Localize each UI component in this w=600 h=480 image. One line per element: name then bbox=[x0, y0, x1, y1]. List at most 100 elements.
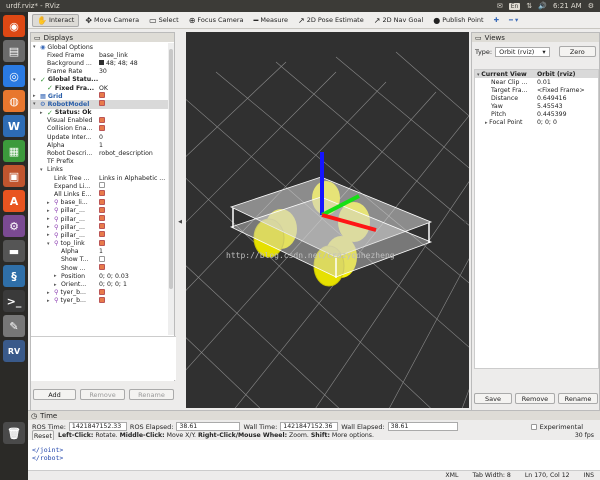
enable-checkbox[interactable] bbox=[99, 255, 105, 262]
software-center-icon[interactable]: A bbox=[3, 190, 25, 212]
expand-arrow-icon[interactable]: ▸ bbox=[54, 282, 59, 288]
expand-arrow-icon[interactable]: ▸ bbox=[47, 232, 52, 238]
tree-row[interactable]: Expand Li... bbox=[31, 182, 169, 190]
tree-row[interactable]: ▾ ✓ Global Statu... bbox=[31, 76, 169, 84]
rename-button[interactable]: Rename bbox=[129, 389, 174, 400]
files-icon[interactable]: ▤ bbox=[3, 40, 25, 62]
keyboard-layout-indicator[interactable]: En bbox=[508, 2, 521, 10]
rviz-icon[interactable]: RV bbox=[3, 340, 25, 362]
tree-row[interactable]: Fixed Frame base_link bbox=[31, 51, 169, 59]
tree-row[interactable]: Alpha 1 bbox=[31, 248, 169, 256]
zero-button[interactable]: Zero bbox=[558, 46, 596, 57]
expand-arrow-icon[interactable]: ▸ bbox=[33, 93, 38, 99]
remove-button[interactable]: Remove bbox=[80, 389, 126, 400]
tool-publish-point[interactable]: ● Publish Point bbox=[429, 14, 487, 27]
tool-move-camera[interactable]: ✥ Move Camera bbox=[81, 14, 143, 27]
tree-row[interactable]: TF Prefix bbox=[31, 158, 169, 166]
power-icon[interactable]: ⚙ bbox=[588, 2, 594, 10]
enable-checkbox[interactable] bbox=[99, 92, 105, 99]
left-panel-toggle[interactable]: ◀ bbox=[176, 32, 184, 412]
tab-width-select[interactable]: Tab Width: 8 bbox=[472, 472, 510, 479]
view-property-row[interactable]: Yaw 5.45543 bbox=[475, 102, 598, 110]
mail-icon[interactable]: ✉ bbox=[497, 2, 503, 10]
text-editor-icon[interactable]: ✎ bbox=[3, 315, 25, 337]
clock[interactable]: 6:21 AM bbox=[553, 2, 582, 10]
tree-row[interactable]: All Links E... bbox=[31, 190, 169, 198]
view-properties[interactable]: ▾ Current View Orbit (rviz) Near Clip ... 0… bbox=[474, 69, 599, 369]
tool-focus-camera[interactable]: ⊕ Focus Camera bbox=[185, 14, 248, 27]
terminal-icon[interactable]: >_ bbox=[3, 290, 25, 312]
enable-checkbox[interactable] bbox=[99, 182, 105, 189]
tree-row[interactable]: ▸ ⚲ pillar_... bbox=[31, 231, 169, 239]
tree-row[interactable]: Show T... bbox=[31, 255, 169, 264]
tree-row[interactable]: ▸ ▦ Grid bbox=[31, 92, 169, 100]
expand-arrow-icon[interactable]: ▸ bbox=[47, 224, 52, 230]
expand-arrow-icon[interactable]: ▸ bbox=[47, 200, 52, 206]
python-icon[interactable]: § bbox=[3, 265, 25, 287]
tree-row[interactable]: ▸ ⚲ pillar_... bbox=[31, 223, 169, 231]
tree-row[interactable]: ▸ Orient... 0; 0; 0; 1 bbox=[31, 280, 169, 288]
collapse-arrow-icon[interactable]: ▾ bbox=[33, 77, 38, 83]
expand-arrow-icon[interactable]: ▸ bbox=[47, 208, 52, 214]
tree-row[interactable]: ▸ ⚲ pillar_... bbox=[31, 215, 169, 223]
tree-row[interactable]: Show ... bbox=[31, 264, 169, 272]
tool-select[interactable]: ▭ Select bbox=[145, 14, 183, 27]
displays-scrollbar[interactable] bbox=[168, 43, 174, 335]
3d-viewport[interactable]: http://blog.csdn.net/crazyquhezheng bbox=[186, 32, 469, 408]
dash-icon[interactable]: ◉ bbox=[3, 15, 25, 37]
tree-row[interactable]: ▸ ⚲ pillar_... bbox=[31, 206, 169, 215]
tree-row[interactable]: Collision Ena... bbox=[31, 124, 169, 133]
color-swatch[interactable] bbox=[99, 59, 104, 65]
tree-row[interactable]: ✓ Fixed Fra... OK bbox=[31, 84, 169, 92]
trash-icon[interactable]: 🗑 bbox=[3, 422, 25, 444]
tree-row[interactable]: ▾ ⚲ top_link bbox=[31, 239, 169, 248]
tree-row[interactable]: Update Inter... 0 bbox=[31, 133, 169, 141]
enable-checkbox[interactable] bbox=[99, 190, 105, 197]
tool-interact[interactable]: ✋ Interact bbox=[32, 13, 80, 27]
right-panel-toggle[interactable]: ▶ bbox=[462, 32, 470, 412]
tool-2d-nav-goal[interactable]: ↗ 2D Nav Goal bbox=[370, 14, 427, 27]
collapse-arrow-icon[interactable]: ▾ bbox=[33, 44, 38, 50]
tree-row[interactable]: ▸ ⚲ base_li... bbox=[31, 198, 169, 207]
enable-checkbox[interactable] bbox=[99, 206, 105, 213]
enable-checkbox[interactable] bbox=[99, 264, 105, 271]
impress-icon[interactable]: ▣ bbox=[3, 165, 25, 187]
settings-icon[interactable]: ⚙ bbox=[3, 215, 25, 237]
network-icon[interactable]: ⇅ bbox=[526, 2, 532, 10]
language-select[interactable]: XML bbox=[445, 472, 458, 479]
tree-row[interactable]: ▸ ⚲ tyer_b... bbox=[31, 296, 169, 305]
tree-row[interactable]: Background ... 48; 48; 48 bbox=[31, 59, 169, 67]
writer-icon[interactable]: W bbox=[3, 115, 25, 137]
enable-checkbox[interactable] bbox=[99, 239, 105, 246]
enable-checkbox[interactable] bbox=[99, 231, 105, 238]
view-property-row[interactable]: Distance 0.649416 bbox=[475, 94, 598, 102]
enable-checkbox[interactable] bbox=[99, 124, 105, 131]
tree-row[interactable]: ▸ Position 0; 0; 0.03 bbox=[31, 272, 169, 280]
expand-arrow-icon[interactable]: ▸ bbox=[40, 110, 45, 116]
collapse-arrow-icon[interactable]: ▾ bbox=[33, 101, 38, 107]
rename-view-button[interactable]: Rename bbox=[558, 393, 598, 404]
save-view-button[interactable]: Save bbox=[474, 393, 512, 404]
tool-2d-pose-estimate[interactable]: ↗ 2D Pose Estimate bbox=[294, 14, 368, 27]
view-type-select[interactable]: Orbit (rviz) ▾ bbox=[495, 46, 550, 57]
view-property-row[interactable]: Near Clip ... 0.01 bbox=[475, 78, 598, 86]
expand-arrow-icon[interactable]: ▸ bbox=[47, 216, 52, 222]
enable-checkbox[interactable] bbox=[99, 215, 105, 222]
tree-row[interactable]: ▸ ✓ Status: Ok bbox=[31, 109, 169, 117]
firefox-icon[interactable]: ◍ bbox=[3, 90, 25, 112]
chrome-icon[interactable]: ◎ bbox=[3, 65, 25, 87]
expand-arrow-icon[interactable]: ▸ bbox=[47, 298, 52, 304]
add-button[interactable]: Add bbox=[33, 389, 77, 400]
displays-tree[interactable]: ▾ ◉ Global Options Fixed Frame base_link Back… bbox=[31, 43, 169, 335]
volume-icon[interactable]: 🔊 bbox=[538, 2, 547, 10]
expand-arrow-icon[interactable]: ▸ bbox=[47, 290, 52, 296]
enable-checkbox[interactable] bbox=[99, 288, 105, 295]
plus-icon[interactable]: ✚ bbox=[490, 14, 503, 27]
view-property-row[interactable]: Target Fra... <Fixed Frame> bbox=[475, 86, 598, 94]
tree-row[interactable]: Alpha 1 bbox=[31, 141, 169, 149]
minus-icon[interactable]: ━ ▾ bbox=[505, 14, 522, 27]
tree-row[interactable]: Robot Descri... robot_description bbox=[31, 149, 169, 157]
view-property-row[interactable]: ▾ Current View Orbit (rviz) bbox=[475, 70, 598, 78]
enable-checkbox[interactable] bbox=[99, 100, 105, 107]
tree-row[interactable]: Visual Enabled bbox=[31, 116, 169, 125]
